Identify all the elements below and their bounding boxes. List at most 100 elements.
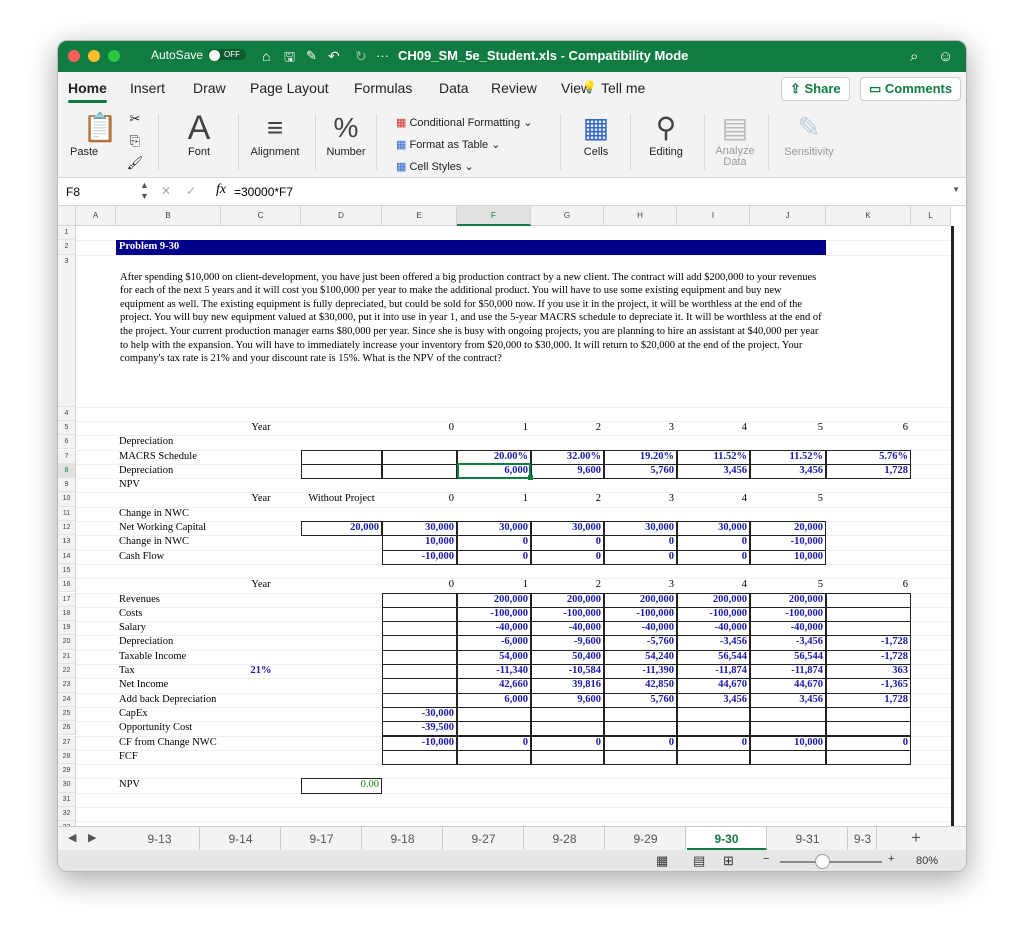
conditional-formatting-button[interactable]: ▦ Conditional Formatting ⌄ [396, 112, 532, 134]
cell-K17[interactable] [826, 592, 911, 608]
cell-value-J7[interactable]: 11.52% [750, 450, 826, 464]
cell-value-E25[interactable]: -30,000 [382, 707, 457, 721]
column-header-K[interactable]: K [826, 206, 911, 226]
cells-button[interactable]: ▦ Cells [568, 110, 624, 158]
analyze-data-button[interactable]: ▤ Analyze Data [710, 110, 760, 168]
cell-value-J22[interactable]: -11,874 [750, 664, 826, 678]
cell-value-H21[interactable]: 54,240 [604, 650, 677, 664]
row-header-4[interactable]: 4 [58, 406, 76, 421]
tab-review[interactable]: Review [491, 80, 537, 96]
cell-F26[interactable] [457, 721, 531, 737]
tab-insert[interactable]: Insert [130, 80, 165, 96]
add-sheet-icon[interactable]: + [911, 828, 921, 848]
row-header-27[interactable]: 27 [58, 735, 76, 750]
expand-formula-icon[interactable]: ▼ [952, 185, 960, 194]
editing-button[interactable]: ⚲ Editing [636, 110, 696, 158]
cell-value-G21[interactable]: 50,400 [531, 650, 604, 664]
clipboard-tools[interactable]: ✂ ⎘ 🖌 [120, 108, 150, 174]
minimize-button[interactable] [88, 50, 100, 62]
cell-value-F14[interactable]: 0 [457, 550, 531, 564]
row-header-21[interactable]: 21 [58, 649, 76, 664]
cell-value-F13[interactable]: 0 [457, 535, 531, 549]
cell-value-J10[interactable]: 5 [750, 492, 826, 506]
cell-value-K8[interactable]: 1,728 [826, 464, 911, 478]
cell-value-E13[interactable]: 10,000 [382, 535, 457, 549]
cell-value-I21[interactable]: 56,544 [677, 650, 750, 664]
cell-value-I22[interactable]: -11,874 [677, 664, 750, 678]
cell-value-I20[interactable]: -3,456 [677, 635, 750, 649]
column-header-H[interactable]: H [604, 206, 677, 226]
cell-value-E10[interactable]: 0 [382, 492, 457, 506]
cell-value-J16[interactable]: 5 [750, 578, 826, 592]
next-sheet-icon[interactable]: ▶ [88, 831, 96, 844]
cell-value-F23[interactable]: 42,660 [457, 678, 531, 692]
row-header-25[interactable]: 25 [58, 706, 76, 722]
autosave-toggle[interactable]: OFF [208, 49, 246, 61]
cell-E28[interactable] [382, 749, 457, 766]
cell-value-G14[interactable]: 0 [531, 550, 604, 564]
row-header-12[interactable]: 12 [58, 521, 76, 536]
row-header-8[interactable]: 8 [58, 463, 76, 479]
prev-sheet-icon[interactable]: ◀ [68, 831, 76, 844]
cell-D8[interactable] [301, 463, 382, 480]
cell-value-G12[interactable]: 30,000 [531, 521, 604, 535]
cell-I25[interactable] [677, 706, 750, 723]
column-header-I[interactable]: I [677, 206, 750, 226]
row-header-29[interactable]: 29 [58, 764, 76, 779]
cell-value-G8[interactable]: 9,600 [531, 464, 604, 478]
cell-value-H19[interactable]: -40,000 [604, 621, 677, 635]
cell-value-I16[interactable]: 4 [677, 578, 750, 592]
cell-value-F20[interactable]: -6,000 [457, 635, 531, 649]
fx-icon[interactable]: fx [216, 182, 226, 198]
row-header-9[interactable]: 9 [58, 478, 76, 493]
cell-value-K20[interactable]: -1,728 [826, 635, 911, 649]
row-header-16[interactable]: 16 [58, 578, 76, 593]
column-header-L[interactable]: L [911, 206, 951, 226]
row-header-3[interactable]: 3 [58, 254, 76, 407]
cell-E19[interactable] [382, 621, 457, 637]
cell-value-F19[interactable]: -40,000 [457, 621, 531, 635]
cell-value-E27[interactable]: -10,000 [382, 736, 457, 750]
cell-value-F7[interactable]: 20.00% [457, 450, 531, 464]
cell-value-J8[interactable]: 3,456 [750, 464, 826, 478]
row-header-7[interactable]: 7 [58, 449, 76, 464]
cell-value-G19[interactable]: -40,000 [531, 621, 604, 635]
undo-icon[interactable]: ↶ [328, 48, 340, 65]
sheet-tab-9-31[interactable]: 9-31 [768, 827, 848, 851]
cell-value-E26[interactable]: -39,500 [382, 721, 457, 735]
cell-value-C16[interactable]: Year [221, 578, 301, 592]
more-icon[interactable]: ··· [376, 48, 389, 63]
cell-value-J19[interactable]: -40,000 [750, 621, 826, 635]
cell-value-J14[interactable]: 10,000 [750, 550, 826, 564]
cell-K18[interactable] [826, 606, 911, 623]
name-box-stepper[interactable]: ▲ ▼ [140, 180, 149, 202]
tab-tell-me[interactable]: Tell me [601, 80, 645, 96]
cell-value-J12[interactable]: 20,000 [750, 521, 826, 535]
zoom-out-icon[interactable]: − [763, 853, 769, 865]
cell-E22[interactable] [382, 664, 457, 680]
cell-value-G10[interactable]: 2 [531, 492, 604, 506]
cell-value-I24[interactable]: 3,456 [677, 693, 750, 707]
cell-value-F12[interactable]: 30,000 [457, 521, 531, 535]
cell-K19[interactable] [826, 621, 911, 637]
select-all-corner[interactable] [58, 206, 76, 226]
sheet-tab-9-18[interactable]: 9-18 [363, 827, 443, 851]
cell-K28[interactable] [826, 749, 911, 766]
save-as-icon[interactable]: ✎ [306, 48, 317, 64]
cell-value-D12[interactable]: 20,000 [301, 521, 382, 535]
cell-H25[interactable] [604, 706, 677, 723]
row-header-23[interactable]: 23 [58, 678, 76, 693]
row-header-1[interactable]: 1 [58, 226, 76, 241]
cell-value-K7[interactable]: 5.76% [826, 450, 911, 464]
cell-value-H27[interactable]: 0 [604, 736, 677, 750]
cell-value-F10[interactable]: 1 [457, 492, 531, 506]
cell-value-D10[interactable]: Without Project [301, 492, 382, 506]
cell-value-F17[interactable]: 200,000 [457, 593, 531, 607]
row-header-6[interactable]: 6 [58, 435, 76, 450]
cell-value-D30[interactable]: 0.00 [301, 778, 382, 792]
row-header-17[interactable]: 17 [58, 592, 76, 607]
zoom-slider-thumb[interactable] [815, 854, 830, 869]
row-header-28[interactable]: 28 [58, 749, 76, 765]
row-header-5[interactable]: 5 [58, 420, 76, 436]
cell-value-J18[interactable]: -100,000 [750, 607, 826, 621]
